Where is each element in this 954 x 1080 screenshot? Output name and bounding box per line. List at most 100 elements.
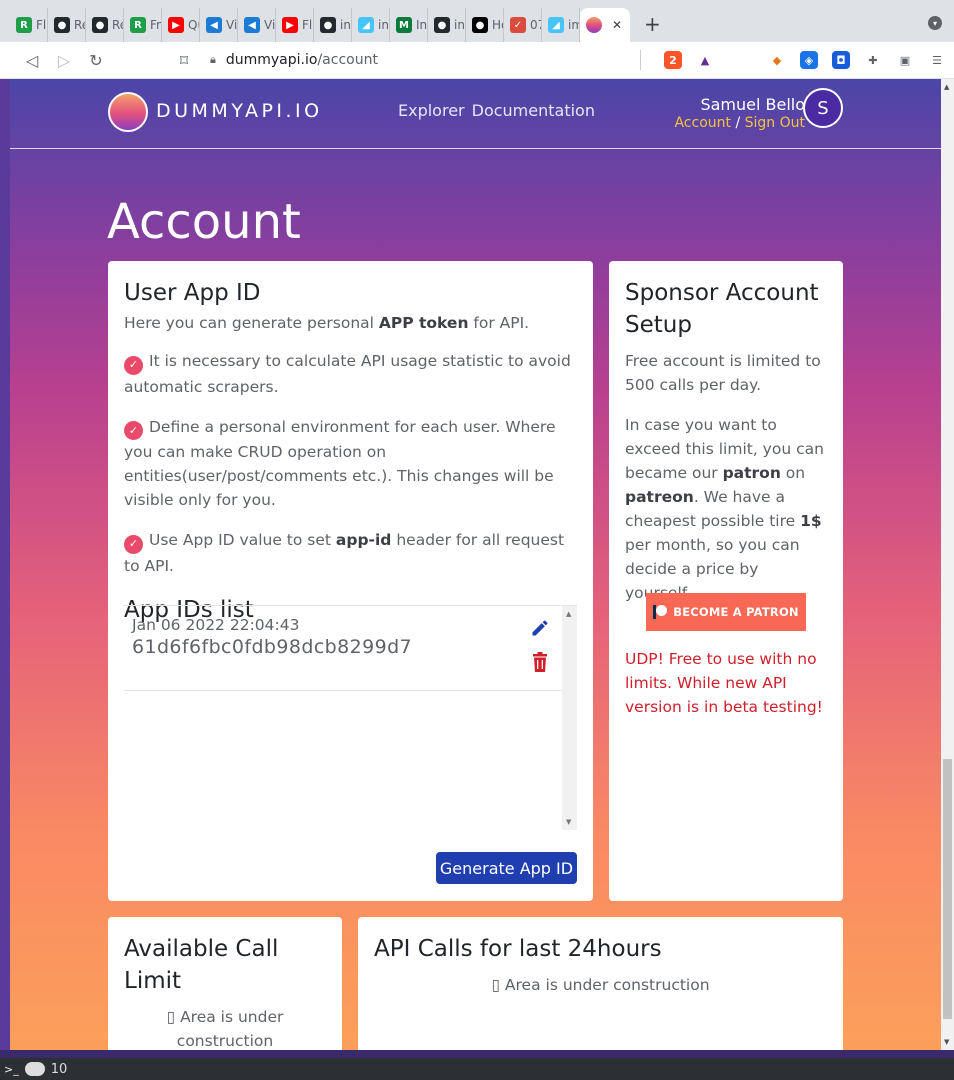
browser-tab[interactable]: ◢ infi <box>352 8 390 42</box>
browser-tab[interactable]: ▶ Qu <box>162 8 200 42</box>
todo-icon: ✓ <box>510 17 526 33</box>
terminal-icon[interactable]: >_ <box>4 1063 19 1076</box>
app-ids-list[interactable]: Jan 06 2022 22:04:43 61d6f6fbc0fdb98dcb8… <box>124 605 577 830</box>
bitwarden-icon[interactable]: ◘ <box>832 51 850 69</box>
tab-strip: R Flu ● Res ● Res R Fre ▶ Qu ◀ Visu ◀ Visu ▶ Flu ● infi ◢ i… <box>0 0 954 42</box>
github-icon: ● <box>54 17 70 33</box>
dummyapi-favicon-icon <box>586 17 602 33</box>
list-item: ✓ Define a personal environment for each … <box>124 417 556 509</box>
r-icon: R <box>16 17 32 33</box>
browser-tab[interactable]: ● Res <box>86 8 124 42</box>
browser-tab[interactable]: ✓ 07: <box>504 8 542 42</box>
bookmark-icon[interactable]: ⌑ <box>168 51 200 70</box>
extension-shield-icon[interactable]: ◈ <box>800 51 818 69</box>
browser-tab[interactable]: ◢ ima <box>542 8 580 42</box>
generate-app-id-button[interactable]: Generate App ID <box>436 852 577 884</box>
list-item: ✓ It is necessary to calculate API usage … <box>124 352 571 396</box>
construction-notice: ▯ Area is under construction <box>491 976 710 994</box>
github-icon: ● <box>92 17 108 33</box>
chat-icon[interactable] <box>24 1062 45 1076</box>
tab-search-icon[interactable]: ▾ <box>928 16 942 30</box>
nav-explorer[interactable]: Explorer <box>398 101 465 120</box>
youtube-icon: ▶ <box>168 17 184 33</box>
check-circle-icon: ✓ <box>124 355 143 375</box>
edit-pencil-icon[interactable] <box>530 618 550 638</box>
browser-tab-active[interactable]: ✕ <box>580 8 630 42</box>
browser-tab[interactable]: ◀ Visu <box>238 8 276 42</box>
nav-documentation[interactable]: Documentation <box>472 101 595 120</box>
url-path: /account <box>317 52 378 68</box>
medium-icon: ● <box>472 17 488 33</box>
github-icon: ● <box>434 17 450 33</box>
available-call-limit-card: Available Call Limit ▯ Area is under con… <box>108 917 342 1050</box>
page-scrollbar[interactable]: ▲ ▼ <box>941 79 954 1050</box>
r-icon: R <box>130 17 146 33</box>
free-limit-text: Free account is limited to 500 calls per… <box>625 352 821 394</box>
account-link[interactable]: Account <box>674 115 731 131</box>
browser-tab[interactable]: ● infi <box>428 8 466 42</box>
link-separator: / <box>731 115 745 131</box>
github-icon: ● <box>320 17 336 33</box>
user-menu: Samuel Bello Account / Sign Out <box>674 95 805 131</box>
patron-text: In case you want to exceed this limit, y… <box>625 416 824 602</box>
new-tab-button[interactable]: + <box>644 12 661 36</box>
vscode-icon: ◀ <box>244 17 260 33</box>
browser-tab[interactable]: M Infi <box>390 8 428 42</box>
wallet-icon[interactable]: ▣ <box>896 51 914 69</box>
tab-label: Qu <box>188 18 199 32</box>
omnibox-divider <box>640 50 641 70</box>
notification-count: 10 <box>50 1061 68 1077</box>
list-item: ✓ Use App ID value to set app-id header f… <box>124 531 565 575</box>
tab-label: infi <box>340 18 351 32</box>
construction-notice: ▯ Area is under construction <box>166 1008 284 1050</box>
tab-label: infi <box>378 18 389 32</box>
scroll-down-icon[interactable]: ▼ <box>944 1038 949 1046</box>
scroll-thumb[interactable] <box>943 759 952 1019</box>
user-name: Samuel Bello <box>700 95 805 114</box>
browser-tab[interactable]: ● Ho <box>466 8 504 42</box>
address-bar[interactable]: 🔒︎ dummyapi.io/account <box>210 46 710 74</box>
browser-tab[interactable]: ◀ Visu <box>200 8 238 42</box>
site-header: DUMMYAPI.IO Explorer Documentation Samue… <box>10 79 941 149</box>
tab-label: 07: <box>530 18 541 32</box>
sign-out-link[interactable]: Sign Out <box>745 115 805 131</box>
tab-label: Res <box>74 18 85 32</box>
app-id-date: Jan 06 2022 22:04:43 <box>132 616 300 634</box>
logo-icon[interactable] <box>108 92 148 132</box>
scroll-up-icon[interactable]: ▲ <box>944 83 949 91</box>
close-tab-icon[interactable]: ✕ <box>612 18 622 32</box>
menu-icon[interactable]: ☰ <box>928 51 946 69</box>
browser-tab[interactable]: R Fre <box>124 8 162 42</box>
check-circle-icon: ✓ <box>124 421 143 440</box>
site-logo[interactable]: DUMMYAPI.IO <box>156 100 323 122</box>
reload-icon[interactable]: ↻ <box>80 51 112 70</box>
browser-tab[interactable]: ● Res <box>48 8 86 42</box>
extensions-puzzle-icon[interactable]: ✚ <box>864 51 882 69</box>
extension-bar: 2 ▲ ◆ ◈ ◘ ✚ ▣ ☰ <box>664 42 946 78</box>
browser-tab[interactable]: ▶ Flu <box>276 8 314 42</box>
page-title: Account <box>107 194 301 250</box>
avatar[interactable]: S <box>803 88 843 128</box>
browser-tab[interactable]: R Flu <box>10 8 48 42</box>
main-nav: Explorer Documentation <box>398 101 595 120</box>
card-title: Sponsor Account Setup <box>625 280 819 338</box>
tab-label: Flu <box>36 18 47 32</box>
become-patron-button[interactable]: BECOME A PATRON <box>646 593 806 631</box>
tab-label: Visu <box>226 18 238 32</box>
check-circle-icon: ✓ <box>124 534 143 554</box>
brave-rewards-icon[interactable]: ▲ <box>696 51 714 69</box>
brave-shield-icon[interactable]: 2 <box>664 51 682 69</box>
trash-icon[interactable] <box>532 652 548 672</box>
back-icon[interactable]: ◁ <box>16 51 48 70</box>
list-scrollbar[interactable]: ▲ ▼ <box>562 606 577 830</box>
feature-list: ✓ It is necessary to calculate API usage … <box>124 349 577 578</box>
metamask-icon[interactable]: ◆ <box>768 51 786 69</box>
lock-icon[interactable]: 🔒︎ <box>210 53 216 67</box>
flutter-icon: ◢ <box>358 17 374 33</box>
browser-tab[interactable]: ● infi <box>314 8 352 42</box>
patron-button-label: BECOME A PATRON <box>673 605 799 619</box>
app-id-value[interactable]: 61d6f6fbc0fdb98dcb8299d7 <box>132 636 554 658</box>
user-app-id-card: User App ID Here you can generate person… <box>108 261 593 901</box>
forward-icon[interactable]: ▷ <box>48 51 80 70</box>
card-title: API Calls for last 24hours <box>374 936 662 962</box>
